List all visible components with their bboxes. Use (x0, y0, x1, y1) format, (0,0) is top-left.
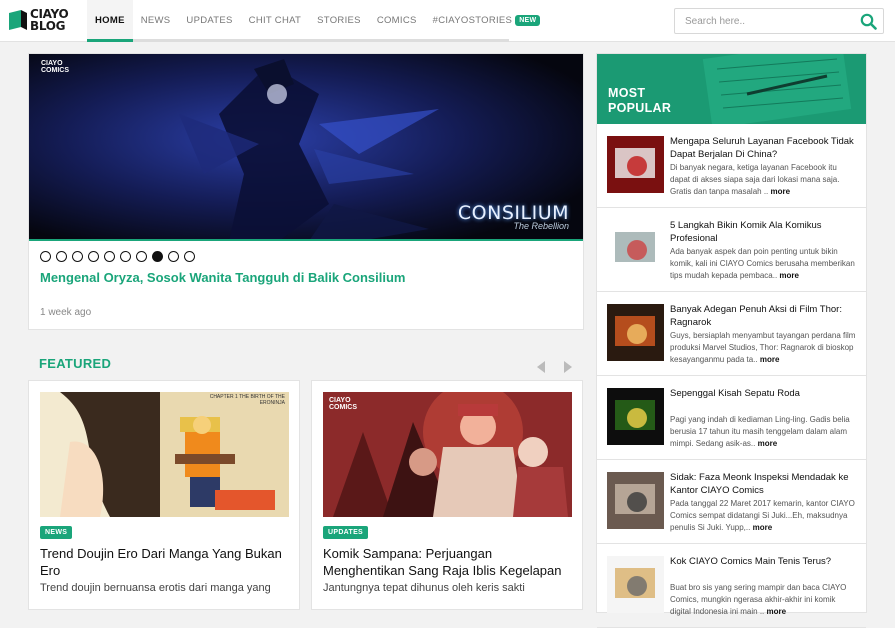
popular-item-excerpt: Guys, bersiaplah menyambut tayangan perd… (670, 330, 856, 366)
popular-item-title[interactable]: Kok CIAYO Comics Main Tenis Terus? (670, 555, 860, 568)
popular-item[interactable]: Banyak Adegan Penuh Aksi di Film Thor: R… (597, 292, 866, 376)
nav-home[interactable]: HOME (87, 0, 133, 42)
slider-dot[interactable] (168, 251, 179, 262)
featured-card[interactable]: CIAYO COMICS UPDATES Komik Sampana: Perj… (311, 380, 583, 610)
nav-ciayostories[interactable]: #CIAYOSTORIES NEW (425, 0, 549, 42)
ciayo-blog-logo[interactable]: CIAYO BLOG (9, 8, 75, 34)
slider-dot[interactable] (88, 251, 99, 262)
popular-item-thumbnail (607, 388, 664, 445)
popular-item[interactable]: Sidak: Faza Meonk Inspeksi Mendadak ke K… (597, 460, 866, 544)
popular-item-excerpt: Buat bro sis yang sering mampir dan baca… (670, 582, 856, 618)
slider-dot[interactable] (56, 251, 67, 262)
logo-mark-icon (9, 10, 27, 30)
popular-item-excerpt: Pagi yang indah di kediaman Ling-ling. G… (670, 414, 856, 450)
slider-dot[interactable] (120, 251, 131, 262)
popular-item-title[interactable]: Mengapa Seluruh Layanan Facebook Tidak D… (670, 135, 860, 161)
slider-dot[interactable] (152, 251, 163, 262)
more-link[interactable]: more (760, 355, 780, 364)
card-ciayo-logo: CIAYO COMICS (329, 397, 357, 411)
more-link[interactable]: more (771, 187, 791, 196)
popular-item-title[interactable]: 5 Langkah Bikin Komik Ala Komikus Profes… (670, 219, 860, 245)
popular-item-thumbnail (607, 304, 664, 361)
hero-timestamp: 1 week ago (40, 307, 92, 318)
logo-text: CIAYO BLOG (30, 7, 69, 33)
featured-card-image: CIAYO COMICS (323, 392, 572, 517)
nav-comics[interactable]: COMICS (369, 0, 425, 42)
popular-item-thumbnail (607, 472, 664, 529)
featured-card-image: CHAPTER 1 THE BIRTH OF THE ERONINJA (40, 392, 289, 517)
slider-dot[interactable] (72, 251, 83, 262)
hero-image[interactable]: CIAYO COMICS CONSILIUM The Rebellion (29, 54, 583, 241)
slider-dot[interactable] (136, 251, 147, 262)
slider-dots (40, 251, 195, 262)
popular-item[interactable]: Sepenggal Kisah Sepatu Roda Pagi yang ind… (597, 376, 866, 460)
popular-item-title[interactable]: Sepenggal Kisah Sepatu Roda (670, 387, 860, 400)
popular-item-excerpt: Ada banyak aspek dan poin penting untuk … (670, 246, 856, 282)
popular-item-thumbnail (607, 556, 664, 613)
card-artwork (40, 392, 289, 517)
more-link[interactable]: more (758, 439, 778, 448)
most-popular-header: MOST POPULAR (597, 54, 866, 124)
nav-updates[interactable]: UPDATES (178, 0, 240, 42)
popular-item-title[interactable]: Banyak Adegan Penuh Aksi di Film Thor: R… (670, 303, 860, 329)
nav-chit-chat[interactable]: CHIT CHAT (241, 0, 310, 42)
category-tag[interactable]: UPDATES (323, 526, 369, 539)
popular-item[interactable]: Kok CIAYO Comics Main Tenis Terus? Buat b… (597, 544, 866, 628)
featured-card[interactable]: CHAPTER 1 THE BIRTH OF THE ERONINJA NEWS… (28, 380, 300, 610)
most-popular-panel: MOST POPULAR Mengapa Seluruh Layanan Fac… (596, 53, 867, 628)
search-icon[interactable] (860, 13, 877, 30)
popular-item-title[interactable]: Sidak: Faza Meonk Inspeksi Mendadak ke K… (670, 471, 860, 497)
featured-prev-arrow-icon[interactable] (537, 361, 545, 373)
featured-card-title[interactable]: Trend Doujin Ero Dari Manga Yang Bukan E… (40, 545, 290, 579)
slider-dot[interactable] (184, 251, 195, 262)
hero-title-link[interactable]: Mengenal Oryza, Sosok Wanita Tangguh di … (40, 270, 406, 285)
more-link[interactable]: more (779, 271, 799, 280)
popular-item-excerpt-text: Di banyak negara, ketiga layanan Faceboo… (670, 163, 840, 196)
most-popular-heading: MOST POPULAR (608, 86, 672, 115)
featured-card-excerpt: Jantungnya tepat dihunus oleh keris sakt… (323, 582, 525, 594)
slider-dot[interactable] (40, 251, 51, 262)
featured-next-arrow-icon[interactable] (564, 361, 572, 373)
nav-ciayostories-label: #CIAYOSTORIES (432, 15, 513, 26)
featured-card-excerpt: Trend doujin bernuansa erotis dari manga… (40, 582, 271, 594)
slider-dot[interactable] (104, 251, 115, 262)
main-nav: HOME NEWS UPDATES CHIT CHAT STORIES COMI… (87, 0, 548, 42)
new-badge: NEW (515, 15, 541, 26)
search-box (674, 8, 884, 34)
popular-item[interactable]: 5 Langkah Bikin Komik Ala Komikus Profes… (597, 208, 866, 292)
featured-card-title[interactable]: Komik Sampana: Perjuangan Menghentikan S… (323, 545, 573, 579)
popular-item-excerpt: Pada tanggal 22 Maret 2017 kemarin, kant… (670, 498, 856, 534)
more-link[interactable]: more (753, 523, 773, 532)
consilium-logo: CONSILIUM The Rebellion (457, 202, 569, 231)
category-tag[interactable]: NEWS (40, 526, 73, 539)
card-image-caption: CHAPTER 1 THE BIRTH OF THE ERONINJA (209, 394, 285, 406)
top-bar: CIAYO BLOG HOME NEWS UPDATES CHIT CHAT S… (0, 0, 895, 42)
featured-heading: FEATURED (39, 356, 112, 371)
nav-news[interactable]: NEWS (133, 0, 179, 42)
search-input[interactable] (685, 13, 855, 30)
hero-slider: CIAYO COMICS CONSILIUM The Rebellion Men… (28, 53, 584, 330)
popular-item-excerpt: Di banyak negara, ketiga layanan Faceboo… (670, 162, 856, 198)
card-artwork (323, 392, 572, 517)
nav-stories[interactable]: STORIES (309, 0, 369, 42)
hero-ciayo-logo: CIAYO COMICS (41, 60, 69, 74)
more-link[interactable]: more (767, 607, 787, 616)
popular-item[interactable]: Mengapa Seluruh Layanan Facebook Tidak D… (597, 124, 866, 208)
popular-item-thumbnail (607, 136, 664, 193)
popular-item-thumbnail (607, 220, 664, 277)
popular-item-excerpt-text: Ada banyak aspek dan poin penting untuk … (670, 247, 855, 280)
